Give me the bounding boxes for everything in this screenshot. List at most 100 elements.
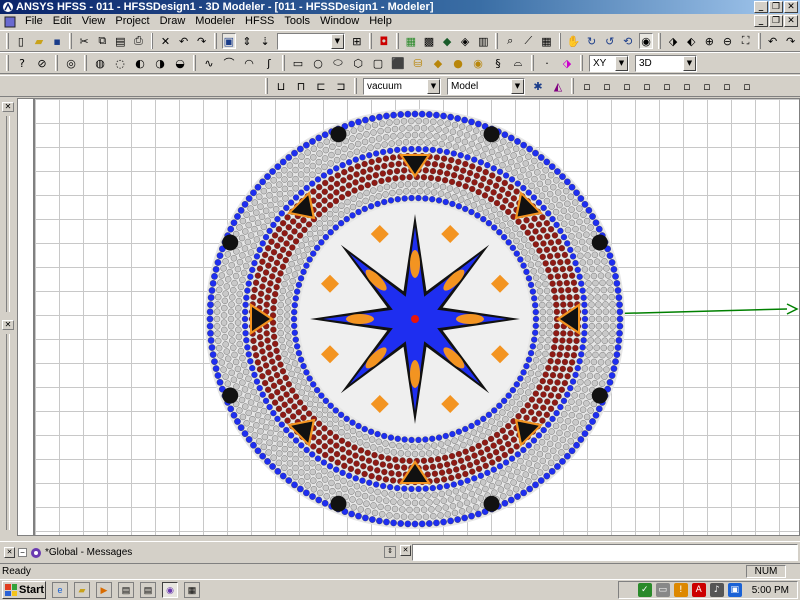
object-icon-4[interactable]: ▫	[639, 78, 655, 94]
orbit-icon[interactable]: ↺	[603, 33, 617, 49]
minimize-button[interactable]: _	[754, 1, 768, 13]
measure-icon[interactable]: ⌕	[503, 33, 517, 49]
media-icon[interactable]: ▶	[96, 582, 112, 598]
material-library-icon[interactable]: ✱	[530, 78, 546, 94]
view-redo-icon[interactable]: ↷	[784, 33, 798, 49]
panel-splitter[interactable]	[6, 116, 10, 312]
object-icon-1[interactable]: ▫	[579, 78, 595, 94]
hide-all-icon[interactable]: ◑	[152, 55, 168, 71]
menu-file[interactable]: File	[20, 14, 48, 29]
toolbar-grip[interactable]	[6, 55, 9, 71]
draw-region-icon[interactable]: ▢	[370, 55, 386, 71]
acrobat-icon[interactable]: A	[691, 583, 706, 597]
close-button[interactable]: ✕	[784, 1, 798, 13]
validate-icon[interactable]: ▦	[404, 33, 418, 49]
save-icon[interactable]: ▪	[50, 33, 64, 49]
draw-polyhedron-icon[interactable]: ◆	[430, 55, 446, 71]
show-icon[interactable]: ◍	[92, 55, 108, 71]
collapse-icon[interactable]: −	[18, 548, 27, 557]
properties-splitter[interactable]	[6, 334, 10, 530]
toolbar-grip[interactable]	[265, 78, 268, 94]
mdi-restore-button[interactable]: ❐	[769, 15, 783, 27]
model-type-select[interactable]: Model ▼	[447, 77, 525, 95]
chevron-down-icon[interactable]: ▼	[615, 55, 628, 71]
mdi-minimize-button[interactable]: _	[754, 15, 768, 27]
draw-sphere-icon[interactable]: ●	[450, 55, 466, 71]
ansys-task-icon[interactable]: ◉	[162, 582, 178, 598]
security-icon[interactable]: ✓	[637, 583, 652, 597]
draw-rectangle-icon[interactable]: ▭	[290, 55, 306, 71]
draw-arc-icon[interactable]: ◠	[241, 55, 257, 71]
object-icon-3[interactable]: ▫	[619, 78, 635, 94]
scroll-arrows-icon[interactable]: ⇕	[384, 546, 396, 558]
stop-icon[interactable]: ◘	[377, 33, 391, 49]
menu-modeler[interactable]: Modeler	[190, 14, 240, 29]
redo-icon[interactable]: ↷	[195, 33, 209, 49]
fields-icon[interactable]: ◈	[458, 33, 472, 49]
draw-cylinder-icon[interactable]: ⛁	[410, 55, 426, 71]
model-canvas[interactable]	[35, 99, 800, 536]
draw-equation-icon[interactable]: ʃ	[261, 55, 277, 71]
task-icon[interactable]: ▦	[184, 582, 200, 598]
properties-close-button[interactable]: ✕	[2, 320, 14, 330]
show-all-icon[interactable]: ◐	[132, 55, 148, 71]
zoom-icon[interactable]: ⊕	[702, 33, 716, 49]
undo-icon[interactable]: ↶	[177, 33, 191, 49]
chevron-down-icon[interactable]: ▼	[330, 33, 344, 49]
print-icon[interactable]: ⎙	[131, 33, 145, 49]
draw-helix-icon[interactable]: §	[490, 55, 506, 71]
menu-window[interactable]: Window	[315, 14, 364, 29]
progress-pane[interactable]	[412, 544, 798, 561]
spin-icon[interactable]: ⟲	[621, 33, 635, 49]
view-icon[interactable]: ⬗	[666, 33, 680, 49]
mdi-close-button[interactable]: ✕	[784, 15, 798, 27]
draw-line-icon[interactable]: ⟋	[521, 33, 535, 49]
move-icon[interactable]: ⇕	[240, 33, 254, 49]
start-button[interactable]: Start	[2, 581, 46, 599]
unite-icon[interactable]: ⊔	[273, 78, 289, 94]
view-mode-select[interactable]: 3D ▼	[635, 54, 697, 72]
view-front-icon[interactable]: ⬖	[684, 33, 698, 49]
menu-tools[interactable]: Tools	[279, 14, 315, 29]
eye-icon[interactable]: ◎	[63, 55, 79, 71]
restore-button[interactable]: ❐	[769, 1, 783, 13]
report-icon[interactable]: ▥	[476, 33, 490, 49]
draw-box-icon[interactable]: ⬛	[390, 55, 406, 71]
grid-icon[interactable]: ▦	[539, 33, 553, 49]
select-mode-icon[interactable]: ▣	[221, 33, 236, 49]
window-icon-1[interactable]: ▤	[118, 582, 134, 598]
plane-select[interactable]: XY ▼	[589, 54, 629, 72]
new-file-icon[interactable]: ▯	[14, 33, 28, 49]
object-icon-9[interactable]: ▫	[739, 78, 755, 94]
draw-bondwire-icon[interactable]: ⌓	[510, 55, 526, 71]
draw-spline-icon[interactable]: ⌒	[221, 55, 237, 71]
modeler-viewport[interactable]	[34, 98, 800, 536]
zoom-fit-icon[interactable]: ⛶	[739, 33, 753, 49]
open-folder-icon[interactable]: ▰	[32, 33, 46, 49]
menu-view[interactable]: View	[77, 14, 111, 29]
toolbar-grip[interactable]	[6, 33, 9, 49]
document-icon[interactable]	[4, 16, 16, 28]
display-icon[interactable]: ▣	[727, 583, 742, 597]
draw-polyline-icon[interactable]: ∿	[201, 55, 217, 71]
ansys-icon[interactable]: ◭	[550, 78, 566, 94]
draw-circle-icon[interactable]: ○	[310, 55, 326, 71]
analyze-icon[interactable]: ▩	[422, 33, 436, 49]
message-close-button[interactable]: ✕	[4, 547, 15, 558]
draw-torus-icon[interactable]: ◉	[470, 55, 486, 71]
draw-point-icon[interactable]: ·	[539, 55, 555, 71]
chevron-down-icon[interactable]: ▼	[511, 78, 524, 94]
help-pointer-icon[interactable]: ?	[14, 55, 30, 71]
network-icon[interactable]: ▭	[655, 583, 670, 597]
menu-help[interactable]: Help	[364, 14, 397, 29]
menu-draw[interactable]: Draw	[155, 14, 191, 29]
pan-icon[interactable]: ✋	[566, 33, 581, 49]
chevron-down-icon[interactable]: ▼	[683, 55, 696, 71]
results-icon[interactable]: ◆	[440, 33, 454, 49]
draw-ellipse-icon[interactable]: ⬭	[330, 55, 346, 71]
copy-icon[interactable]: ⧉	[95, 33, 109, 49]
cut-icon[interactable]: ✂	[77, 33, 91, 49]
object-icon-7[interactable]: ▫	[699, 78, 715, 94]
subtract-icon[interactable]: ⊓	[293, 78, 309, 94]
update-icon[interactable]: !	[673, 583, 688, 597]
